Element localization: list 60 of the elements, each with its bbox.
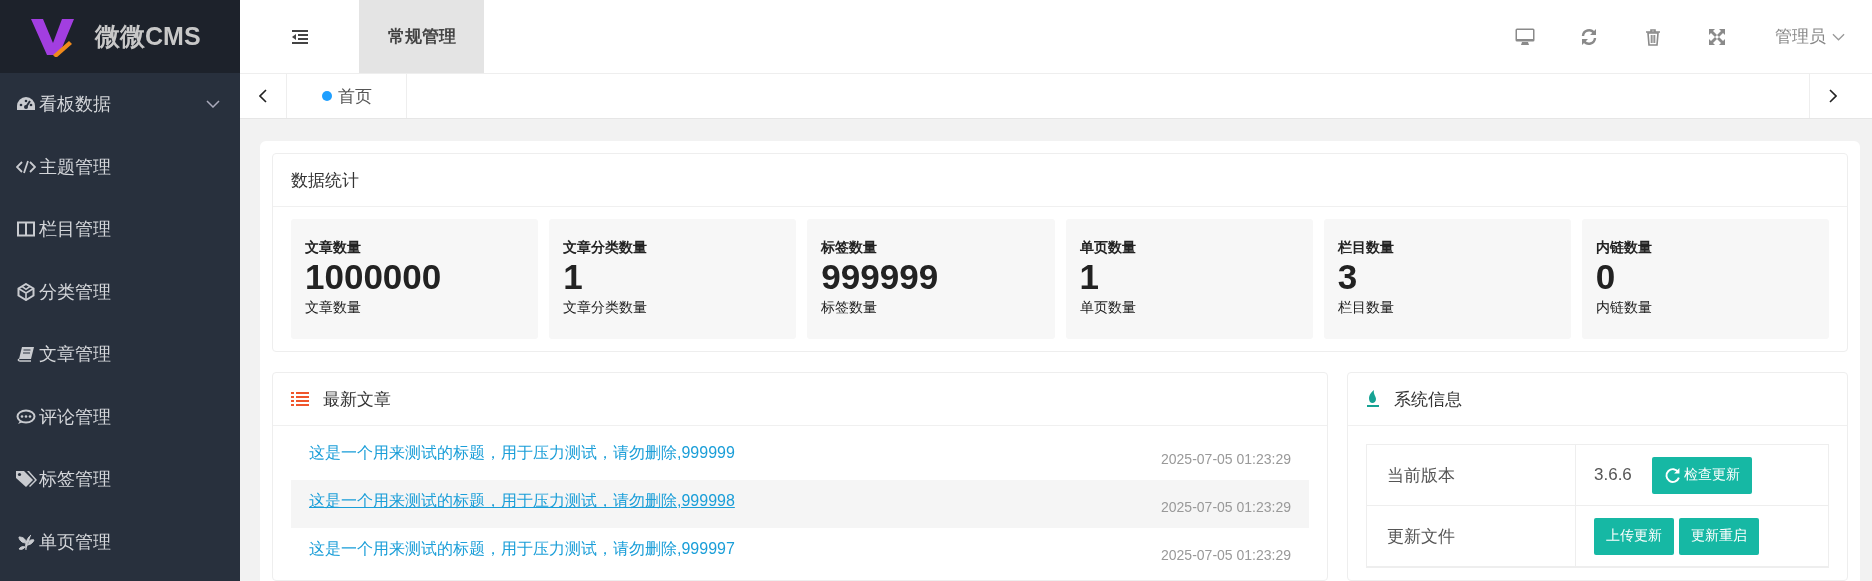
article-time: 2025-07-05 01:23:29: [1161, 547, 1291, 563]
sidebar-item[interactable]: 标签管理: [0, 448, 240, 511]
stat-value: 1: [1079, 257, 1100, 297]
stat-value: 1: [563, 257, 584, 297]
stat-label: 文章分类数量: [563, 239, 649, 257]
cube-icon: [17, 282, 35, 301]
panel-title: 数据统计: [291, 169, 359, 192]
article-time: 2025-07-05 01:23:29: [1161, 499, 1291, 515]
stat-value: 1000000: [305, 257, 443, 297]
stat-value: 3: [1337, 257, 1359, 297]
stat-caption: 文章数量: [305, 299, 362, 317]
sidebar-item[interactable]: 栏目管理: [0, 198, 240, 261]
brand-name: 微微CMS: [95, 21, 201, 52]
stat-caption: 单页数量: [1079, 299, 1137, 317]
panel-title: 系统信息: [1394, 388, 1462, 411]
monitor-icon[interactable]: [1515, 27, 1535, 46]
table-cell: 更新文件: [1367, 506, 1576, 566]
stat-label: 内链数量: [1595, 239, 1653, 257]
speech-bubble-icon: [16, 408, 36, 425]
code-icon: [16, 158, 36, 175]
stat-caption: 栏目数量: [1337, 299, 1395, 317]
expand-icon[interactable]: [1708, 27, 1726, 46]
user-menu[interactable]: 管理员: [1775, 0, 1845, 73]
sidebar-item[interactable]: 评论管理: [0, 385, 240, 448]
book-icon: [17, 346, 35, 363]
tags-icon: [15, 470, 37, 489]
stat-label: 单页数量: [1079, 239, 1137, 257]
stat-caption: 文章分类数量: [563, 299, 649, 317]
sidebar-item[interactable]: 看板数据: [0, 73, 240, 136]
page-tab[interactable]: 首页: [287, 74, 407, 118]
list-icon: [291, 392, 309, 406]
stat-label: 标签数量: [821, 239, 879, 257]
sidebar-item[interactable]: 单页管理: [0, 510, 240, 573]
chevron-left-icon: [259, 89, 267, 103]
stat-caption: 标签数量: [821, 299, 879, 317]
tab-label: 首页: [337, 85, 372, 108]
top-tab[interactable]: 常规管理: [359, 0, 484, 73]
chevron-right-icon: [1829, 89, 1837, 103]
flame-icon: [1366, 390, 1380, 408]
stat-label: 栏目数量: [1337, 239, 1395, 257]
refresh-icon[interactable]: [1580, 27, 1598, 46]
sidebar-item[interactable]: 分类管理: [0, 260, 240, 323]
gauge-icon: [16, 96, 36, 113]
trash-icon[interactable]: [1645, 27, 1661, 46]
chevron-icon: [1832, 32, 1845, 41]
stat-value: 0: [1595, 257, 1617, 297]
refresh-icon: [1663, 466, 1681, 484]
stat-caption: 内链数量: [1595, 299, 1653, 317]
version-text: 3.6.6: [1594, 465, 1632, 485]
stat-value: 999999: [821, 257, 940, 297]
sidebar-item[interactable]: 主题管理: [0, 135, 240, 198]
logo-icon: [31, 16, 77, 57]
stat-label: 文章数量: [305, 239, 362, 257]
sidebar-item[interactable]: 文章管理: [0, 323, 240, 386]
columns-icon: [17, 221, 35, 238]
leaf-icon: [17, 532, 35, 551]
menu-collapse-icon[interactable]: [290, 29, 309, 44]
table-cell: 当前版本: [1367, 445, 1576, 505]
panel-title: 最新文章: [323, 388, 391, 411]
article-time: 2025-07-05 01:23:29: [1161, 451, 1291, 467]
